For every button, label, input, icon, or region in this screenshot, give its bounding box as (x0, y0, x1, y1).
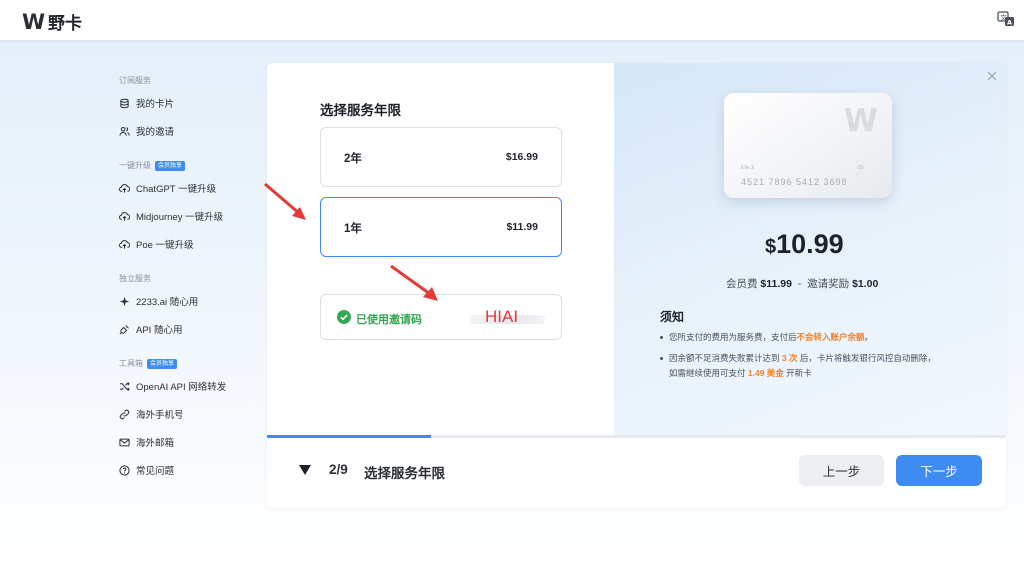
sidebar-item-label: API 随心用 (136, 325, 183, 336)
sidebar-item-label: 我的邀请 (136, 127, 175, 138)
sidebar-item-label: Midjourney 一键升级 (136, 212, 224, 223)
currency-symbol: $ (765, 236, 777, 258)
invite-status: 已使用邀请码 (356, 314, 422, 326)
close-icon[interactable] (986, 70, 998, 82)
coins-icon (119, 98, 130, 109)
sidebar-item-label: 海外邮箱 (136, 438, 175, 449)
sidebar-item-api[interactable]: API 随心用 (119, 320, 182, 338)
plan-option-label: 1年 (344, 223, 362, 235)
plug-icon (119, 324, 130, 335)
sidebar-item-label: ChatGPT 一键升级 (136, 184, 217, 195)
shuffle-icon (119, 381, 130, 392)
sidebar-item-label: 海外手机号 (136, 410, 184, 421)
member-badge: 会员独享 (155, 160, 186, 171)
member-badge: 会员独享 (147, 358, 178, 369)
purchase-card: 选择服务年限 2年 $16.99 1年 $11.99 已使用邀请码 HIAI W… (267, 63, 1006, 508)
notice-title: 须知 (660, 310, 685, 324)
card-expiry: /25 (857, 165, 864, 171)
check-circle-icon (337, 310, 351, 324)
section-title-standalone: 独立服务 (119, 274, 151, 283)
sidebar: 订阅服务 我的卡片 我的邀请 一键升级 会员独享 ChatGPT 一键升级 Mi… (0, 40, 240, 581)
help-circle-icon (119, 464, 130, 476)
sidebar-item-2233ai[interactable]: 2233.ai 随心用 (119, 292, 198, 310)
sidebar-item-faq[interactable]: 常见问题 (119, 461, 174, 479)
card-preview: W Elle Ji /25 4521 7896 5412 3698 (724, 93, 892, 198)
top-bar: W 野卡 文 A (0, 0, 1024, 40)
sidebar-item-poe-upgrade[interactable]: Poe 一键升级 (119, 235, 194, 253)
cloud-upload-icon (119, 211, 130, 222)
app-name: 野卡 (48, 14, 82, 33)
notice-item: 您所支付的费用为服务费，支付后不会转入账户余额。 (660, 330, 990, 345)
step-footer: 2/9 选择服务年限 上一步 下一步 (267, 438, 1006, 508)
plan-option-1-year[interactable]: 1年 $11.99 (320, 197, 562, 257)
step-name: 选择服务年限 (364, 466, 445, 481)
step-counter: 2/9 (329, 462, 348, 477)
sidebar-item-openai-proxy[interactable]: OpenAI API 网络转发 (119, 377, 226, 395)
translate-icon[interactable]: 文 A (997, 11, 1015, 27)
notice-item: 因余额不足消费失败累计达到 3 次 后，卡片将触发银行风控自动删除， 如需继续使… (660, 351, 990, 381)
mail-icon (119, 437, 130, 448)
sidebar-item-midjourney-upgrade[interactable]: Midjourney 一键升级 (119, 207, 223, 225)
sidebar-item-chatgpt-upgrade[interactable]: ChatGPT 一键升级 (119, 179, 216, 197)
plan-title: 选择服务年限 (320, 103, 401, 118)
link-icon (119, 409, 130, 420)
prev-button[interactable]: 上一步 (799, 455, 884, 486)
plan-option-label: 2年 (344, 153, 362, 165)
total-amount: 10.99 (776, 229, 844, 259)
invite-code-value: HIAI (485, 307, 519, 326)
users-icon (119, 126, 130, 137)
card-holder: Elle Ji (741, 165, 755, 171)
summary-pane: W Elle Ji /25 4521 7896 5412 3698 $10.99… (614, 63, 1006, 435)
section-title-upgrade: 一键升级 会员独享 (119, 160, 186, 171)
sidebar-item-my-invites[interactable]: 我的邀请 (119, 122, 174, 140)
card-logo: W (843, 103, 878, 139)
sidebar-item-my-cards[interactable]: 我的卡片 (119, 94, 174, 112)
svg-text:A: A (1007, 18, 1012, 26)
section-title-subscriptions: 订阅服务 (119, 76, 151, 85)
sidebar-item-phone-number[interactable]: 海外手机号 (119, 405, 184, 423)
plan-option-price: $11.99 (506, 221, 538, 233)
plan-option-2-years[interactable]: 2年 $16.99 (320, 127, 562, 187)
cloud-upload-icon (119, 239, 130, 250)
sidebar-item-email[interactable]: 海外邮箱 (119, 433, 174, 451)
invite-code-box[interactable]: 已使用邀请码 HIAI (320, 294, 562, 340)
sparkle-icon (119, 296, 130, 307)
card-number: 4521 7896 5412 3698 (741, 177, 848, 187)
logo-mark: W (22, 9, 45, 34)
next-button[interactable]: 下一步 (896, 455, 982, 486)
sidebar-item-label: OpenAI API 网络转发 (136, 382, 227, 393)
plan-option-price: $16.99 (505, 151, 538, 163)
logo[interactable]: W 野卡 (22, 9, 82, 34)
cloud-upload-icon (119, 183, 130, 194)
section-title-toolbox: 工具箱 会员独享 (119, 358, 178, 369)
price-breakdown: 会员费 $11.99 - 邀请奖励 $1.00 (726, 278, 879, 290)
total-price: $10.99 (765, 229, 844, 260)
sidebar-item-label: 常见问题 (136, 466, 175, 477)
caret-down-icon[interactable] (299, 465, 311, 475)
sidebar-item-label: Poe 一键升级 (136, 240, 194, 251)
sidebar-item-label: 我的卡片 (136, 99, 175, 110)
plan-selection-pane: 选择服务年限 2年 $16.99 1年 $11.99 已使用邀请码 HIAI (267, 63, 614, 435)
sidebar-item-label: 2233.ai 随心用 (136, 297, 199, 308)
